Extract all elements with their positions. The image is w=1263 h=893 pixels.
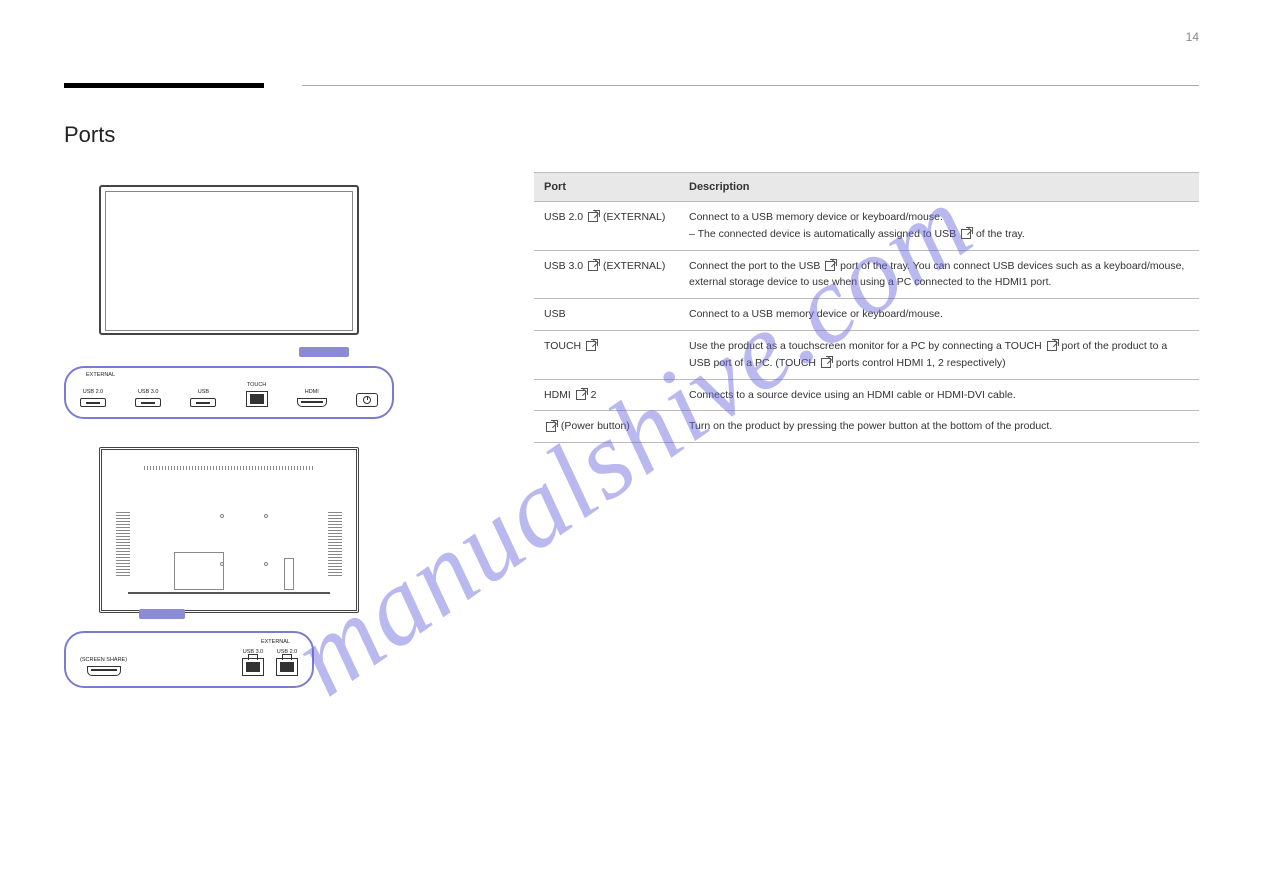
port-usb3-rear: USB 3.0 (242, 649, 264, 676)
power-button-icon (356, 393, 378, 407)
table-header-row: Port Description (534, 173, 1199, 202)
port-touch: TOUCH (246, 382, 268, 407)
table-row: USB 3.0 (EXTERNAL) Connect the port to t… (534, 250, 1199, 299)
desc-cell: Turn on the product by pressing the powe… (679, 411, 1199, 443)
callout-tag (299, 347, 349, 357)
external-group-label: EXTERNAL (86, 372, 115, 378)
table-row: (Power button) Turn on the product by pr… (534, 411, 1199, 443)
desc-cell: Use the product as a touchscreen monitor… (679, 330, 1199, 379)
rear-ports-callout: EXTERNAL (SCREEN SHARE) USB 3.0 USB 2.0 (64, 631, 314, 688)
port-usb: USB (190, 389, 216, 407)
port-cell: TOUCH (534, 330, 679, 379)
ports-table: Port Description USB 2.0 (EXTERNAL) Conn… (534, 172, 1199, 443)
diagram-column: EXTERNAL USB 2.0 USB 3.0 USB TOUCH HDMI (64, 185, 394, 688)
hdmi-port-icon (297, 398, 327, 407)
table-row: USB Connect to a USB memory device or ke… (534, 299, 1199, 331)
usb-port-icon (80, 398, 106, 407)
usb-port-icon (190, 398, 216, 407)
external-icon (588, 212, 598, 222)
desc-cell: Connects to a source device using an HDM… (679, 379, 1199, 411)
external-icon (1047, 341, 1057, 351)
external-icon (586, 341, 596, 351)
external-icon (825, 261, 835, 271)
external-icon (576, 390, 586, 400)
ports-table-region: Port Description USB 2.0 (EXTERNAL) Conn… (534, 172, 1199, 443)
external-icon (961, 229, 971, 239)
port-screen-share: (SCREEN SHARE) (80, 657, 127, 676)
accent-bar (64, 83, 264, 88)
screen-frame (99, 185, 359, 335)
port-power (356, 390, 378, 407)
desc-cell: Connect to a USB memory device or keyboa… (679, 202, 1199, 251)
port-cell: USB (534, 299, 679, 331)
port-usb2: USB 2.0 (80, 389, 106, 407)
port-usb3: USB 3.0 (135, 389, 161, 407)
front-ports-callout: EXTERNAL USB 2.0 USB 3.0 USB TOUCH HDMI (64, 366, 394, 419)
desc-cell: Connect the port to the USB port of the … (679, 250, 1199, 299)
usb-port-icon (135, 398, 161, 407)
table-row: HDMI 2 Connects to a source device using… (534, 379, 1199, 411)
power-icon (546, 422, 556, 432)
port-cell: (Power button) (534, 411, 679, 443)
page-number: 14 (1186, 30, 1199, 44)
screen-share-port-icon (87, 666, 121, 676)
external-group-label: EXTERNAL (261, 639, 290, 645)
port-usb2-rear: USB 2.0 (276, 649, 298, 676)
section-title: Ports (64, 122, 115, 148)
table-row: USB 2.0 (EXTERNAL) Connect to a USB memo… (534, 202, 1199, 251)
front-view-diagram (99, 185, 359, 351)
usb-port-icon (242, 658, 264, 676)
col-port: Port (534, 173, 679, 202)
col-description: Description (679, 173, 1199, 202)
port-cell: USB 3.0 (EXTERNAL) (534, 250, 679, 299)
port-cell: USB 2.0 (EXTERNAL) (534, 202, 679, 251)
usb-port-icon (276, 658, 298, 676)
divider-line (302, 85, 1199, 86)
port-hdmi: HDMI (297, 389, 327, 407)
desc-cell: Connect to a USB memory device or keyboa… (679, 299, 1199, 331)
external-icon (821, 358, 831, 368)
rear-view-diagram (99, 447, 359, 613)
touch-port-icon (246, 391, 268, 407)
external-icon (588, 261, 598, 271)
callout-tag (139, 609, 185, 619)
port-cell: HDMI 2 (534, 379, 679, 411)
table-row: TOUCH Use the product as a touchscreen m… (534, 330, 1199, 379)
